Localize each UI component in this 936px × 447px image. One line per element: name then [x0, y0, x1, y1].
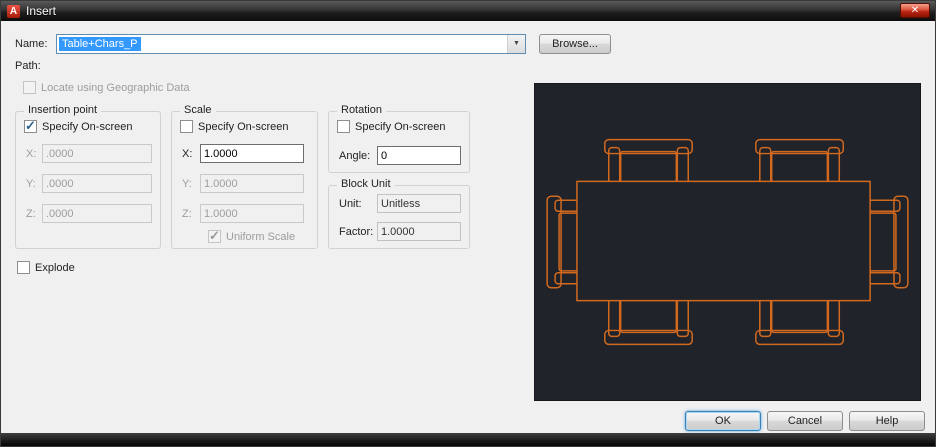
rotation-specify-label: Specify On-screen	[355, 121, 446, 133]
scale-y-label: Y:	[182, 178, 192, 190]
insertion-y-field	[42, 174, 152, 193]
geographic-data-checkbox-row: Locate using Geographic Data	[23, 81, 190, 94]
close-icon: ✕	[910, 5, 920, 16]
geographic-data-checkbox	[23, 81, 36, 94]
check-icon: ✓	[209, 228, 220, 243]
unit-field	[377, 194, 461, 213]
insertion-z-field	[42, 204, 152, 223]
insertion-y-label: Y:	[26, 178, 36, 190]
cancel-button[interactable]: Cancel	[767, 411, 843, 431]
scale-x-field[interactable]	[200, 144, 304, 163]
scale-title: Scale	[180, 104, 216, 116]
uniform-scale-label: Uniform Scale	[226, 231, 296, 243]
explode-row: Explode	[17, 261, 75, 274]
angle-field[interactable]	[377, 146, 461, 165]
table-with-chairs-drawing	[546, 138, 909, 346]
path-label: Path:	[15, 60, 41, 72]
explode-label: Explode	[35, 262, 75, 274]
insertion-specify-label: Specify On-screen	[42, 121, 133, 133]
scale-y-field	[200, 174, 304, 193]
insertion-point-title: Insertion point	[24, 104, 102, 116]
scale-z-field	[200, 204, 304, 223]
factor-field	[377, 222, 461, 241]
scale-x-label: X:	[182, 148, 193, 160]
name-label: Name:	[15, 38, 48, 50]
scale-specify-label: Specify On-screen	[198, 121, 289, 133]
window-title: Insert	[26, 4, 57, 18]
title-bar: A Insert	[1, 1, 935, 21]
scale-specify-row: Specify On-screen	[180, 120, 288, 133]
explode-checkbox[interactable]	[17, 261, 30, 274]
combobox-dropdown-button[interactable]: ▼	[507, 35, 525, 53]
rotation-group: Rotation Specify On-screen Angle:	[328, 104, 470, 173]
bottom-strip	[1, 433, 935, 446]
insert-dialog: A Insert ✕ Name: Table+Chars_P ▼ Browse.…	[0, 0, 936, 447]
scale-z-label: Z:	[182, 208, 192, 220]
block-unit-title: Block Unit	[337, 178, 395, 190]
insertion-z-label: Z:	[26, 208, 36, 220]
geographic-data-label: Locate using Geographic Data	[41, 82, 190, 94]
uniform-scale-checkbox: ✓	[208, 228, 221, 243]
rotation-specify-checkbox[interactable]	[337, 120, 350, 133]
insertion-specify-row: ✓ Specify On-screen	[24, 118, 133, 133]
insertion-point-group: Insertion point ✓ Specify On-screen X: Y:…	[15, 104, 161, 249]
scale-group: Scale Specify On-screen X: Y: Z: ✓ Unifor…	[171, 104, 318, 249]
ok-button[interactable]: OK	[685, 411, 761, 431]
block-preview-pane	[534, 83, 921, 401]
rotation-specify-row: Specify On-screen	[337, 120, 445, 133]
scale-specify-checkbox[interactable]	[180, 120, 193, 133]
rotation-title: Rotation	[337, 104, 386, 116]
table-top	[576, 180, 871, 302]
angle-label: Angle:	[339, 150, 371, 162]
close-button[interactable]: ✕	[900, 3, 930, 18]
help-button[interactable]: Help	[849, 411, 925, 431]
insertion-specify-checkbox[interactable]: ✓	[24, 118, 37, 133]
insertion-x-label: X:	[26, 148, 37, 160]
block-unit-group: Block Unit Unit: Factor:	[328, 178, 470, 249]
chevron-down-icon: ▼	[513, 40, 520, 47]
block-name-combobox[interactable]: Table+Chars_P ▼	[56, 34, 526, 54]
block-name-selected-text: Table+Chars_P	[59, 37, 141, 51]
factor-label: Factor:	[339, 226, 374, 238]
insertion-x-field	[42, 144, 152, 163]
uniform-scale-row: ✓ Uniform Scale	[208, 228, 296, 243]
check-icon: ✓	[25, 118, 36, 133]
unit-label: Unit:	[339, 198, 362, 210]
browse-button[interactable]: Browse...	[539, 34, 611, 54]
autocad-app-icon: A	[7, 4, 20, 18]
